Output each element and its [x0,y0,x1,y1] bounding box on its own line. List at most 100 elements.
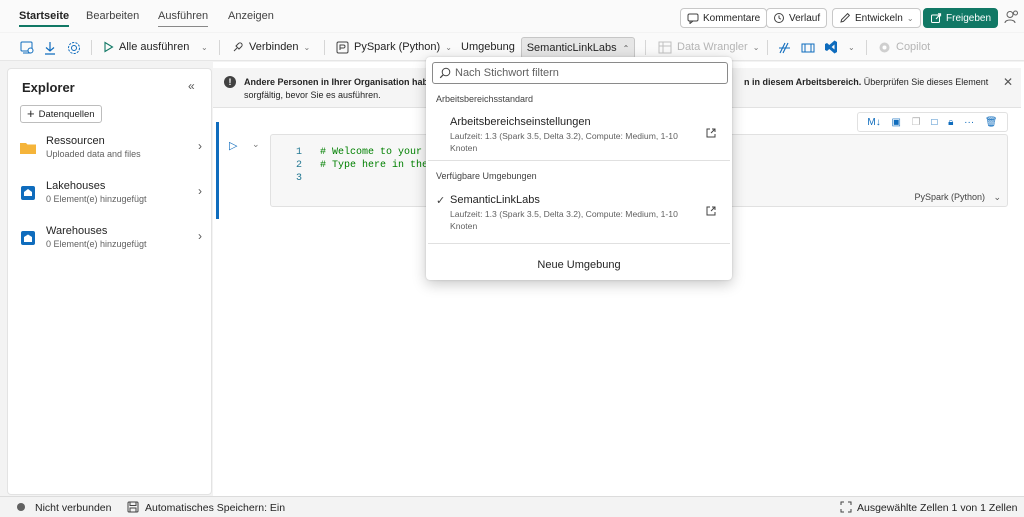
run-all-button[interactable]: Alle ausführen [103,38,189,56]
warning-text-end-bold: n in diesem Arbeitsbereich. [744,77,862,87]
save-icon [127,501,139,513]
collapse-icon[interactable]: « [188,79,195,93]
line-number: 3 [296,173,303,184]
data-wrangler-button[interactable]: Data Wrangler ⌄ [658,38,759,56]
autosave-status: Automatisches Speichern: Ein [145,502,286,514]
option-description: Laufzeit: 1.3 (Spark 3.5, Delta 3.2), Co… [450,131,678,153]
markdown-icon[interactable]: M↓ [867,117,880,128]
explorer-title: Explorer [22,80,75,95]
language-label: PySpark (Python) [354,41,441,53]
chevron-right-icon: › [198,229,202,243]
comment-icon[interactable]: □ [931,117,937,128]
develop-button[interactable]: Entwickeln ⌄ [832,8,921,28]
more-icon[interactable]: ··· [964,117,974,128]
play-icon [104,41,114,53]
plug-icon [233,42,243,52]
explorer-item-name: Warehouses [46,225,108,237]
environment-value: SemanticLinkLabs [526,42,617,54]
tab-anzeigen[interactable]: Anzeigen [228,10,274,22]
variables-icon[interactable] [778,39,792,57]
copilot-label: Copilot [896,41,931,53]
chevron-down-icon: ⌄ [906,13,914,23]
connection-status: Nicht verbunden [35,502,112,514]
selection-icon [840,501,852,513]
run-all-chevron-icon[interactable]: ⌄ [201,38,208,56]
chevron-right-icon: › [198,139,202,153]
close-icon[interactable]: ✕ [1003,75,1013,89]
warning-text-start: Andere Personen in Ihrer Organisation ha… [244,77,434,87]
share-button[interactable]: Freigeben [923,8,999,28]
tab-startseite[interactable]: Startseite [19,10,70,27]
comments-button[interactable]: Kommentare [680,8,768,28]
run-all-label: Alle ausführen [119,41,190,53]
notebook-settings-icon[interactable] [19,39,35,57]
filter-field[interactable] [432,62,728,84]
environment-select[interactable]: SemanticLinkLabs ⌃ [521,37,635,59]
selection-status: Ausgewählte Zellen 1 von 1 Zellen [857,502,1018,514]
tab-bearbeiten[interactable]: Bearbeiten [86,10,139,22]
checkmark-icon: ✓ [436,195,446,207]
history-icon [774,13,784,23]
cell-language-label[interactable]: PySpark (Python) [914,192,985,202]
copilot-button[interactable]: Copilot [878,38,930,56]
history-button[interactable]: Verlauf [766,8,828,28]
history-label: Verlauf [789,12,821,24]
explorer-item-ressourcen[interactable]: Ressourcen Uploaded data and files › [18,135,208,171]
divider [428,160,730,161]
chevron-down-icon[interactable]: ⌄ [252,139,260,150]
run-cell-icon[interactable]: ▷ [229,139,237,152]
environment-label: Umgebung [461,41,515,53]
chevron-right-icon: › [198,184,202,198]
open-external-icon[interactable] [706,128,716,138]
select-cell-icon[interactable]: ▣ [891,117,900,128]
status-bar: Nicht verbunden Automatisches Speichern:… [0,496,1024,517]
focus-icon[interactable] [800,39,816,57]
explorer-item-sub: 0 Element(e) hinzugefügt [46,239,147,249]
delete-icon[interactable]: 🗑︎ [985,117,998,128]
warehouse-icon [21,231,35,245]
comment-icon [687,13,699,24]
vscode-chevron-icon[interactable]: ⌄ [848,38,855,56]
environment-dropdown: Arbeitsbereichsstandard Arbeitsbereichse… [426,57,732,280]
explorer-item-name: Lakehouses [46,180,106,192]
person-icon[interactable] [1003,9,1019,25]
info-icon: ! [224,76,236,88]
chevron-down-icon: ⌄ [752,42,760,52]
chevron-down-icon: ⌄ [303,42,311,52]
comments-label: Kommentare [703,12,761,24]
section-header-available: Verfügbare Umgebungen [436,171,537,181]
warning-text-end: n in diesem Arbeitsbereich. Überprüfen S… [744,77,988,87]
explorer-item-lakehouses[interactable]: Lakehouses 0 Element(e) hinzugefügt › [18,180,208,216]
chevron-down-icon: ⌄ [445,42,452,52]
option-description: Laufzeit: 1.3 (Spark 3.5, Delta 3.2), Co… [450,209,678,231]
chevron-down-icon[interactable]: ⌄ [993,192,1001,203]
copy-icon[interactable]: ❐ [912,117,921,128]
add-datasource-button[interactable]: + Datenquellen [20,105,102,123]
section-header-default: Arbeitsbereichsstandard [436,94,534,104]
option-title: Arbeitsbereichseinstellungen [450,116,591,128]
line-number: 1 [296,147,303,158]
explorer-item-warehouses[interactable]: Warehouses 0 Element(e) hinzugefügt › [18,225,208,261]
language-select[interactable]: PySpark (Python) ⌄ [336,38,452,56]
lock-icon[interactable]: 🔒︎ [948,117,953,128]
filter-input[interactable] [455,67,715,79]
data-wrangler-icon [658,41,672,53]
plus-icon: + [27,106,35,121]
download-icon[interactable] [43,39,57,57]
gear-icon[interactable] [66,39,82,57]
data-wrangler-label: Data Wrangler [677,41,748,53]
explorer-item-sub: 0 Element(e) hinzugefügt [46,194,147,204]
new-environment-button[interactable]: Neue Umgebung [426,259,732,271]
add-datasource-label: Datenquellen [38,108,95,120]
menu-bar: Startseite Bearbeiten Ausführen Anzeigen… [0,0,1024,32]
explorer-panel: Explorer « + Datenquellen Ressourcen Upl… [7,68,212,495]
code-line: # Welcome to your n [320,147,435,158]
tab-ausfuehren[interactable]: Ausführen [158,10,209,27]
folder-icon [20,143,36,154]
connect-button[interactable]: Verbinden ⌄ [232,38,310,56]
vscode-icon[interactable] [823,38,839,56]
divider [428,243,730,244]
open-external-icon[interactable] [706,206,716,216]
option-title: SemanticLinkLabs [450,194,540,206]
lakehouse-icon [21,186,35,200]
